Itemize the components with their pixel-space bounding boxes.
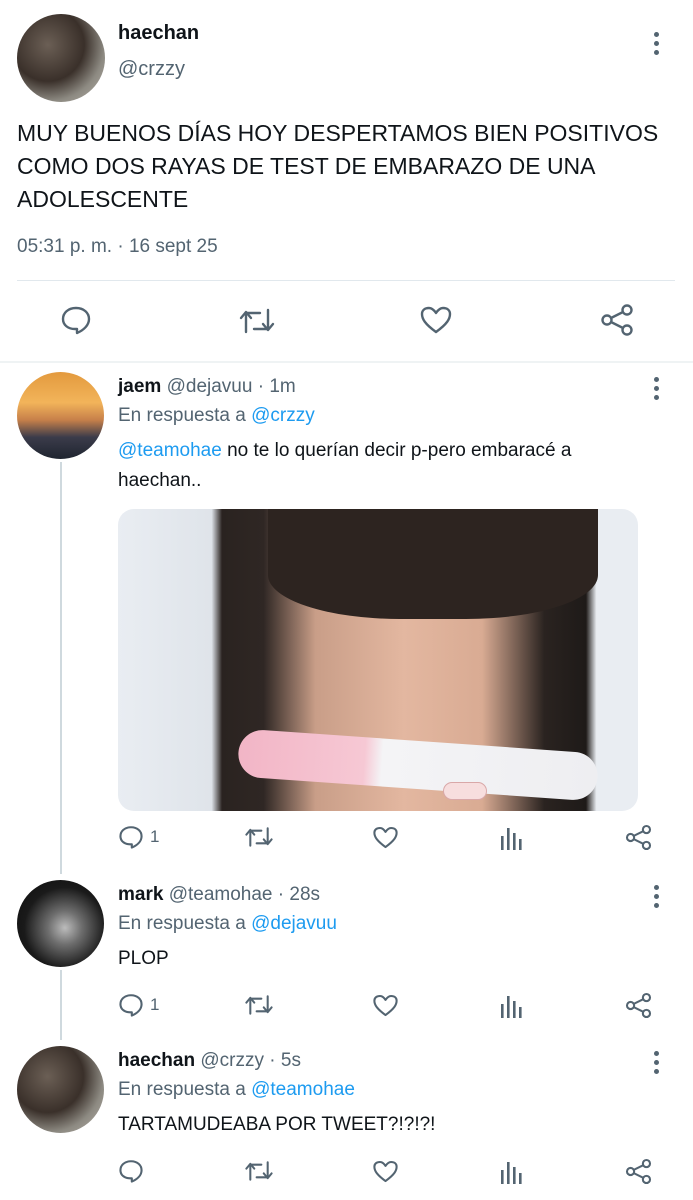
- reply-icon: [119, 994, 143, 1017]
- reply-text: PLOP: [118, 948, 169, 969]
- retweet-icon: [245, 827, 273, 847]
- share-icon: [601, 304, 633, 336]
- reply-text-body: no te lo querían decir p-pero embaracé a: [221, 440, 572, 461]
- mention-link[interactable]: @teamohae: [118, 440, 222, 461]
- retweet-button[interactable]: [244, 1159, 274, 1183]
- author-name[interactable]: mark: [118, 884, 163, 905]
- share-icon: [625, 992, 652, 1019]
- avatar[interactable]: [17, 1046, 104, 1133]
- reply-count: 1: [150, 827, 160, 846]
- divider: [0, 361, 693, 363]
- in-reply-label: En respuesta a: [118, 405, 246, 426]
- in-reply-handle-link[interactable]: @dejavuu: [251, 913, 337, 934]
- tweet-text: MUY BUENOS DÍAS HOY DESPERTAMOS BIEN POS…: [17, 120, 659, 212]
- author-name[interactable]: haechan: [118, 22, 199, 45]
- reply-icon: [119, 826, 143, 849]
- avatar[interactable]: [17, 14, 105, 102]
- retweet-icon: [245, 995, 273, 1015]
- views-button[interactable]: [500, 826, 522, 850]
- retweet-icon: [245, 1161, 273, 1181]
- reply-header: haechan @crzzy · 5s: [118, 1050, 301, 1072]
- avatar[interactable]: [17, 372, 104, 459]
- photo-detail: [443, 782, 487, 800]
- like-button[interactable]: [372, 993, 399, 1018]
- reply-icon: [119, 1160, 143, 1183]
- avatar[interactable]: [17, 880, 104, 967]
- analytics-icon: [501, 1162, 522, 1184]
- reply-count: 1: [150, 995, 160, 1014]
- share-button[interactable]: [625, 824, 652, 851]
- in-reply-label: En respuesta a: [118, 913, 246, 934]
- share-icon: [625, 824, 652, 851]
- thread-line: [60, 462, 62, 874]
- photo-detail: [268, 509, 598, 619]
- thread-line: [60, 970, 62, 1040]
- reply-header: mark @teamohae · 28s: [118, 884, 320, 906]
- tweet-photo[interactable]: [118, 509, 638, 811]
- reply-button[interactable]: 1: [118, 992, 159, 1018]
- in-reply-handle-link[interactable]: @teamohae: [251, 1079, 355, 1100]
- heart-icon: [420, 306, 452, 334]
- in-reply-to: En respuesta a @teamohae: [118, 1079, 355, 1101]
- share-icon: [625, 1158, 652, 1185]
- reply-text: @teamohae no te lo querían decir p-pero …: [118, 436, 678, 496]
- more-vertical-icon[interactable]: [654, 885, 660, 912]
- share-button[interactable]: [625, 992, 652, 1019]
- reply-header: jaem @dejavuu · 1m: [118, 376, 296, 398]
- heart-icon: [373, 826, 398, 849]
- author-name[interactable]: haechan: [118, 1050, 195, 1071]
- like-button[interactable]: [419, 305, 453, 335]
- like-button[interactable]: [372, 1159, 399, 1184]
- reply-text-line2: haechan..: [118, 470, 202, 491]
- more-vertical-icon[interactable]: [654, 377, 660, 404]
- reply-button[interactable]: [60, 305, 92, 335]
- more-vertical-icon[interactable]: [654, 1051, 660, 1078]
- author-name[interactable]: jaem: [118, 376, 161, 397]
- retweet-button[interactable]: [244, 993, 274, 1017]
- author-handle-time[interactable]: @crzzy · 5s: [200, 1050, 301, 1071]
- retweet-button[interactable]: [244, 825, 274, 849]
- analytics-icon: [501, 996, 522, 1018]
- retweet-icon: [239, 308, 275, 334]
- author-handle-time[interactable]: @dejavuu · 1m: [167, 376, 296, 397]
- divider: [17, 280, 675, 281]
- in-reply-handle-link[interactable]: @crzzy: [251, 405, 315, 426]
- in-reply-to: En respuesta a @crzzy: [118, 405, 315, 427]
- views-button[interactable]: [500, 994, 522, 1018]
- analytics-icon: [501, 828, 522, 850]
- heart-icon: [373, 994, 398, 1017]
- reply-button[interactable]: [118, 1158, 144, 1184]
- author-handle[interactable]: @crzzy: [118, 58, 185, 81]
- more-vertical-icon[interactable]: [654, 32, 660, 59]
- share-button[interactable]: [625, 1158, 652, 1185]
- in-reply-label: En respuesta a: [118, 1079, 246, 1100]
- author-handle-time[interactable]: @teamohae · 28s: [169, 884, 320, 905]
- photo-detail: [236, 728, 600, 802]
- in-reply-to: En respuesta a @dejavuu: [118, 913, 337, 935]
- tweet-timestamp[interactable]: 05:31 p. m. · 16 sept 25: [17, 236, 218, 258]
- reply-icon: [61, 306, 91, 335]
- reply-text: TARTAMUDEABA POR TWEET?!?!?!: [118, 1114, 436, 1135]
- retweet-button[interactable]: [238, 306, 276, 336]
- like-button[interactable]: [372, 825, 399, 850]
- views-button[interactable]: [500, 1160, 522, 1184]
- reply-button[interactable]: 1: [118, 824, 159, 850]
- heart-icon: [373, 1160, 398, 1183]
- share-button[interactable]: [600, 304, 634, 336]
